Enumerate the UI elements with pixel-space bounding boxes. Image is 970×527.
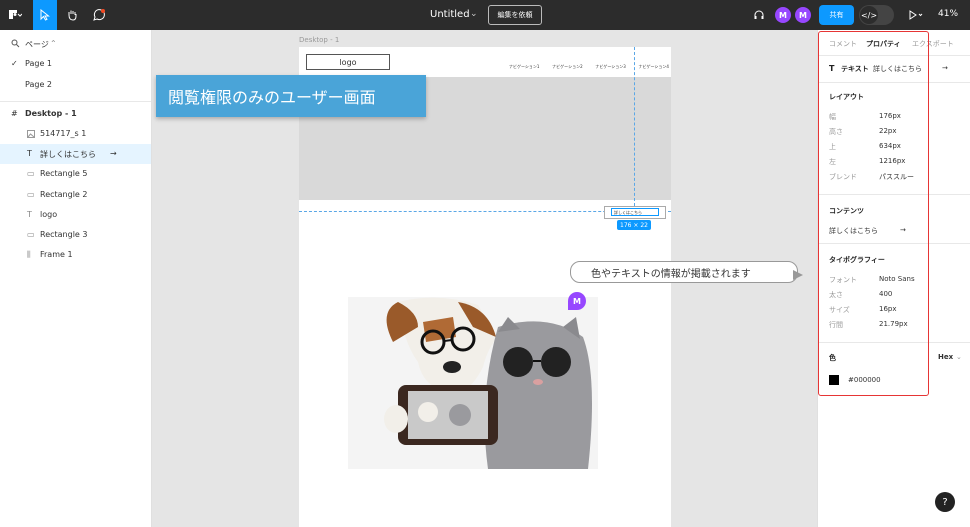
color-format-select[interactable]: Hex xyxy=(938,353,953,361)
help-button[interactable]: ? xyxy=(935,492,955,512)
play-icon xyxy=(909,10,923,20)
rectangle-layer-icon: ▭ xyxy=(27,190,35,199)
layer-item[interactable]: Frame 1 xyxy=(40,250,73,259)
annotation-banner: 閲覧権限のみのユーザー画面 xyxy=(156,75,426,117)
annotation-callout: 色やテキストの情報が掲載されます xyxy=(570,261,798,283)
rectangle-layer-icon: ▭ xyxy=(27,230,35,239)
checkmark-icon: ✓ xyxy=(11,59,18,68)
chevron-up-icon[interactable]: ⌃ xyxy=(50,39,57,48)
arrow-right-icon[interactable]: → xyxy=(110,149,117,158)
code-icon: </> xyxy=(860,6,878,24)
chevron-down-icon[interactable]: ⌄ xyxy=(956,353,962,361)
audio-button[interactable] xyxy=(750,0,768,30)
share-button[interactable]: 共有 xyxy=(819,5,854,25)
highlight-box xyxy=(818,31,929,396)
callout-arrow xyxy=(793,270,803,280)
layer-item[interactable]: Rectangle 3 xyxy=(40,230,87,239)
avatar[interactable]: M xyxy=(795,7,811,23)
pages-label[interactable]: ページ xyxy=(25,39,49,50)
size-badge: 176 × 22 xyxy=(617,220,651,230)
zoom-level[interactable]: 41% xyxy=(938,9,958,19)
layers-panel: ページ ⌃ ✓ Page 1 Page 2 # Desktop - 1 5147… xyxy=(0,30,152,527)
page-item[interactable]: Page 1 xyxy=(25,59,52,68)
nav-item[interactable]: ナビゲーション2 xyxy=(552,64,582,70)
main-menu-button[interactable] xyxy=(0,0,30,30)
layer-frame[interactable]: Desktop - 1 xyxy=(25,109,77,118)
hand-tool-button[interactable] xyxy=(60,0,84,30)
dog-cat-photo[interactable] xyxy=(348,297,598,469)
text-layer-icon: T xyxy=(27,210,32,219)
search-icon[interactable] xyxy=(11,39,20,48)
auto-layout-icon: ⫼ xyxy=(27,250,31,259)
guide-line-vertical xyxy=(634,47,635,211)
comment-tool-button[interactable] xyxy=(87,0,111,30)
nav-menu: ナビゲーション1 ナビゲーション2 ナビゲーション3 ナビゲーション4 xyxy=(509,64,669,70)
page-item[interactable]: Page 2 xyxy=(25,80,52,89)
logo-placeholder[interactable]: logo xyxy=(306,54,390,70)
divider xyxy=(0,101,151,102)
pets-image xyxy=(384,297,592,469)
avatar[interactable]: M xyxy=(775,7,791,23)
layer-item[interactable]: Rectangle 2 xyxy=(40,190,87,199)
figma-logo-icon xyxy=(9,10,22,19)
image-layer-icon xyxy=(27,130,35,138)
headphones-icon xyxy=(754,10,764,19)
request-edit-button[interactable]: 編集を依頼 xyxy=(488,5,542,25)
arrow-right-icon[interactable]: → xyxy=(942,64,948,72)
rectangle-layer-icon: ▭ xyxy=(27,169,35,178)
design-canvas[interactable]: Desktop - 1 logo ナビゲーション1 ナビゲーション2 ナビゲーシ… xyxy=(152,30,817,527)
chevron-down-icon[interactable]: ⌄ xyxy=(470,9,478,19)
layer-item-selected[interactable]: 詳しくはこちら xyxy=(40,149,96,160)
top-toolbar: Untitled ⌄ 編集を依頼 M M 共有 </> 41% xyxy=(0,0,970,30)
dev-mode-toggle[interactable]: </> xyxy=(859,5,894,25)
selected-text-layer[interactable]: 詳しくはこちら xyxy=(611,208,659,216)
text-layer-icon: T xyxy=(27,149,32,158)
present-button[interactable] xyxy=(905,0,927,30)
frame-hash-icon: # xyxy=(11,109,18,118)
move-tool-button[interactable] xyxy=(33,0,57,30)
layer-item[interactable]: 514717_s 1 xyxy=(40,129,86,138)
nav-item[interactable]: ナビゲーション3 xyxy=(595,64,625,70)
layer-item[interactable]: logo xyxy=(40,210,57,219)
hand-icon xyxy=(68,10,77,21)
nav-item[interactable]: ナビゲーション1 xyxy=(509,64,539,70)
frame-label[interactable]: Desktop - 1 xyxy=(299,36,339,44)
cursor-arrow-icon xyxy=(40,9,50,21)
comment-bubble-icon xyxy=(93,9,105,21)
collaborator-cursor: M xyxy=(568,292,586,310)
nav-item[interactable]: ナビゲーション4 xyxy=(639,64,669,70)
file-title[interactable]: Untitled xyxy=(430,9,470,20)
layer-item[interactable]: Rectangle 5 xyxy=(40,169,87,178)
